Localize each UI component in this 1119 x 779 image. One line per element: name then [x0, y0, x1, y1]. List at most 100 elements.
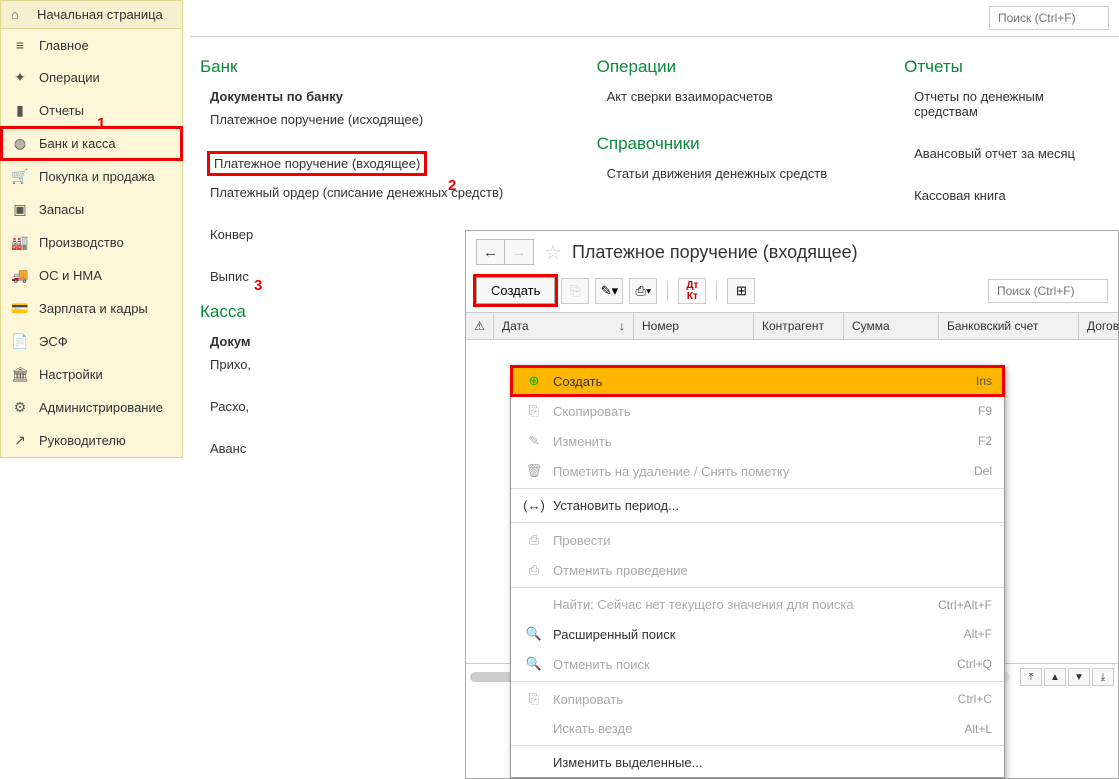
sidebar-item-label: Администрирование [39, 400, 163, 415]
th-date[interactable]: Дата↓ [494, 313, 634, 339]
menu-unpost: ⎙ Отменить проведение [511, 555, 1004, 585]
card-icon: 💳 [11, 300, 29, 317]
doc-toolbar: Создать ⎘ ✎▾ ⎙▾ ДтКт ⊞ [466, 273, 1118, 312]
sidebar-item-label: Руководителю [39, 433, 126, 448]
forward-button[interactable]: → [505, 240, 533, 264]
section-title-operations: Операции [597, 57, 845, 77]
copy-button[interactable]: ⎘ [561, 278, 589, 304]
star-icon: ✦ [11, 69, 29, 86]
menu-separator [511, 681, 1004, 682]
table-header: ⚠ Дата↓ Номер Контрагент Сумма Банковски… [466, 312, 1118, 340]
dtk-button[interactable]: ДтКт [678, 278, 706, 304]
link-payment-order[interactable]: Платежный ордер (списание денежных средс… [210, 185, 537, 200]
sidebar-header-label: Начальная страница [37, 7, 163, 22]
create-button[interactable]: Создать [476, 277, 555, 304]
trash-icon: 🗑 [523, 463, 545, 479]
menu-icon: ≡ [11, 37, 29, 53]
copy-icon: ⎘ [523, 403, 545, 419]
doc-title: Платежное поручение (входящее) [572, 242, 858, 263]
sidebar-item-stock[interactable]: ▣ Запасы [1, 193, 182, 226]
doc-search-wrap [988, 279, 1108, 303]
chart-icon: ▮ [11, 102, 29, 119]
separator [667, 281, 668, 301]
doc-header: ← → ☆ Платежное поручение (входящее) [466, 231, 1118, 273]
sidebar-item-assets[interactable]: 🚚 ОС и НМА [1, 259, 182, 292]
link-payment-incoming[interactable]: Платежное поручение (входящее) [210, 154, 424, 173]
sidebar-item-label: Настройки [39, 367, 103, 382]
filter-button[interactable]: ⎙▾ [629, 278, 657, 304]
th-contragent[interactable]: Контрагент [754, 313, 844, 339]
factory-icon: 🏭 [11, 234, 29, 251]
search-icon: 🔍 [523, 626, 545, 642]
sidebar-header[interactable]: ⌂ Начальная страница [1, 1, 182, 29]
sidebar-item-esf[interactable]: 📄 ЭСФ [1, 325, 182, 358]
sidebar-item-label: ЭСФ [39, 334, 68, 349]
menu-edit-selected[interactable]: Изменить выделенные... [511, 748, 1004, 777]
th-bank-account[interactable]: Банковский счет [939, 313, 1079, 339]
th-sum[interactable]: Сумма [844, 313, 939, 339]
sidebar-item-label: Покупка и продажа [39, 169, 155, 184]
sidebar-item-reports[interactable]: ▮ Отчеты [1, 94, 182, 127]
link-payment-outgoing[interactable]: Платежное поручение (исходящее) [210, 112, 537, 127]
doc-icon: 📄 [11, 333, 29, 350]
last-button[interactable]: ⤓ [1092, 668, 1114, 686]
sidebar-item-main[interactable]: ≡ Главное [1, 29, 182, 61]
menu-clipboard-copy: ⎘ Копировать Ctrl+C [511, 684, 1004, 714]
th-contract[interactable]: Договор [1079, 313, 1119, 339]
sidebar-item-label: Производство [39, 235, 124, 250]
sidebar-item-purchase[interactable]: 🛒 Покупка и продажа [1, 160, 182, 193]
search-input[interactable] [989, 6, 1109, 30]
link-advance-report[interactable]: Авансовый отчет за месяц [914, 146, 1109, 161]
doc-search-input[interactable] [988, 279, 1108, 303]
th-number[interactable]: Номер [634, 313, 754, 339]
sidebar-item-operations[interactable]: ✦ Операции [1, 61, 182, 94]
menu-create[interactable]: ⊕ Создать Ins [511, 366, 1004, 396]
up-button[interactable]: ▲ [1044, 668, 1066, 686]
menu-advanced-search[interactable]: 🔍 Расширенный поиск Alt+F [511, 619, 1004, 649]
menu-cancel-search: 🔍 Отменить поиск Ctrl+Q [511, 649, 1004, 679]
first-button[interactable]: ⤒ [1020, 668, 1042, 686]
sidebar-item-admin[interactable]: ⚙ Администрирование [1, 391, 182, 424]
down-button[interactable]: ▼ [1068, 668, 1090, 686]
sidebar-item-salary[interactable]: 💳 Зарплата и кадры [1, 292, 182, 325]
link-cash-reports[interactable]: Отчеты по денежным средствам [914, 89, 1109, 119]
sidebar-item-manager[interactable]: ↗ Руководителю [1, 424, 182, 457]
back-button[interactable]: ← [477, 240, 505, 264]
gear-icon: ⚙ [11, 399, 29, 416]
nav-group: ← → [476, 239, 534, 265]
sidebar-item-label: Банк и касса [39, 136, 116, 151]
cancel-search-icon: 🔍 [523, 656, 545, 672]
menu-edit: ✎ Изменить F2 [511, 426, 1004, 456]
pencil-icon: ✎ [523, 433, 545, 449]
menu-search-all: Искать везде Alt+L [511, 714, 1004, 743]
menu-set-period[interactable]: (↔) Установить период... [511, 491, 1004, 520]
sidebar-item-production[interactable]: 🏭 Производство [1, 226, 182, 259]
separator [716, 281, 717, 301]
edit-button[interactable]: ✎▾ [595, 278, 623, 304]
link-cashbook[interactable]: Кассовая книга [914, 188, 1109, 203]
section-title-sprav: Справочники [597, 134, 845, 154]
sidebar-item-label: ОС и НМА [39, 268, 102, 283]
menu-post: ⎙ Провести [511, 525, 1004, 555]
sidebar-item-label: Главное [39, 38, 89, 53]
link-cashflow-articles[interactable]: Статьи движения денежных средств [607, 166, 845, 181]
unpost-icon: ⎙ [523, 562, 545, 578]
favorite-icon[interactable]: ☆ [544, 240, 562, 265]
menu-separator [511, 522, 1004, 523]
sidebar-item-label: Операции [39, 70, 100, 85]
annotation-2: 2 [448, 177, 456, 194]
th-warning[interactable]: ⚠ [466, 313, 494, 339]
bank-icon: ◍ [11, 135, 29, 152]
trend-icon: ↗ [11, 432, 29, 449]
sidebar-item-bank[interactable]: ◍ Банк и касса [1, 127, 182, 160]
context-menu: ⊕ Создать Ins ⎘ Скопировать F9 ✎ Изменит… [510, 365, 1005, 778]
sort-desc-icon: ↓ [619, 319, 625, 333]
link-reconciliation[interactable]: Акт сверки взаиморасчетов [607, 89, 845, 104]
nav-end-group: ⤒ ▲ ▼ ⤓ [1020, 668, 1114, 686]
subsection-bank-docs: Документы по банку [210, 89, 537, 104]
sidebar-item-label: Отчеты [39, 103, 84, 118]
menu-separator [511, 587, 1004, 588]
top-bar [190, 0, 1119, 37]
export-button[interactable]: ⊞ [727, 278, 755, 304]
sidebar-item-settings[interactable]: 🏛 Настройки [1, 358, 182, 391]
